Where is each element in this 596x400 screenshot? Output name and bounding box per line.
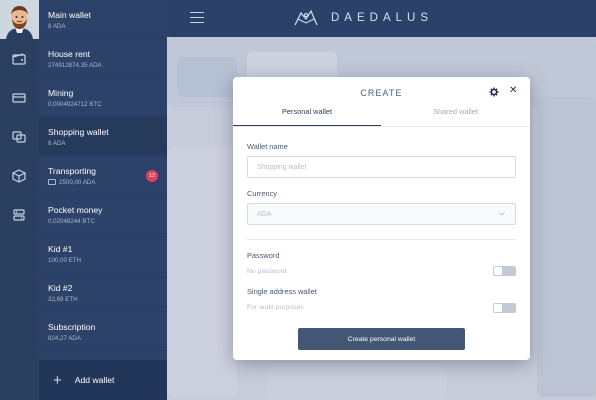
brand: DAEDALUS (293, 7, 433, 29)
wallet-item-shopping-wallet[interactable]: Shopping wallet 8 ADA (39, 117, 167, 156)
currency-label: Currency (247, 189, 277, 198)
wallet-balance: 100,00 ETH (48, 257, 82, 264)
create-wallet-dialog: CREATE ✕ Personal wallet Shared wallet W… (233, 77, 530, 360)
wallet-name: Subscription (48, 322, 96, 332)
wallet-name: Mining (48, 88, 74, 98)
wallet-balance: 0,02048244 BTC (48, 218, 95, 225)
password-label: Password (247, 251, 280, 260)
icon-rail (0, 0, 39, 400)
settings-icon[interactable] (9, 205, 29, 225)
toggle-knob (494, 304, 502, 312)
wallet-item-main-wallet[interactable]: Main wallet 8 ADA (39, 0, 167, 39)
wallet-balance: 824,27 ADA (48, 335, 82, 342)
wallet-list: Main wallet 8 ADA House rent 274912874,3… (39, 0, 167, 400)
box-icon[interactable] (9, 166, 29, 186)
plus-icon: + (53, 371, 62, 389)
chevron-down-icon (499, 212, 505, 216)
wallet-item-house-rent[interactable]: House rent 274912874,35 ADA (39, 39, 167, 78)
tab-personal-wallet[interactable]: Personal wallet (233, 107, 381, 126)
single-address-label: Single address wallet (247, 287, 317, 296)
user-avatar[interactable] (0, 0, 39, 39)
gear-icon[interactable] (489, 87, 499, 97)
wallet-name: House rent (48, 49, 91, 59)
wallet-name: Pocket money (48, 205, 103, 215)
wallet-name: Kid #1 (48, 244, 73, 254)
menu-icon[interactable] (190, 12, 204, 24)
pending-transaction-icon (48, 179, 56, 185)
daedalus-logo-icon (294, 9, 318, 26)
add-wallet-button[interactable]: + Add wallet (39, 360, 167, 400)
exchange-icon[interactable] (9, 127, 29, 147)
avatar-illustration (0, 0, 39, 39)
create-personal-wallet-button[interactable]: Create personal wallet (298, 328, 465, 350)
wallet-balance: 32,69 ETH (48, 296, 78, 303)
dialog-title: CREATE (360, 88, 403, 98)
wallet-item-kid-2[interactable]: Kid #2 32,69 ETH (39, 273, 167, 312)
wallet-balance: 8 ADA (48, 140, 66, 147)
single-address-hint: For audit purposes (247, 304, 304, 311)
wallet-name-label: Wallet name (247, 142, 288, 151)
wallet-name-input[interactable]: Shopping wallet (247, 156, 516, 178)
wallet-balance: 274912874,35 ADA (48, 62, 102, 69)
notification-badge: 12 (146, 170, 158, 182)
currency-select[interactable]: ADA (247, 203, 516, 225)
single-address-toggle[interactable] (493, 303, 516, 313)
wallet-item-kid-1[interactable]: Kid #1 100,00 ETH (39, 234, 167, 273)
wallet-balance: 2500,00 ADA (59, 179, 96, 186)
wallet-name: Main wallet (48, 10, 91, 20)
wallet-item-transporting[interactable]: Transporting 2500,00 ADA 12 (39, 156, 167, 195)
add-wallet-label: Add wallet (74, 375, 115, 385)
currency-value: ADA (257, 211, 272, 218)
close-icon[interactable]: ✕ (509, 85, 517, 96)
tab-divider (233, 126, 530, 127)
password-toggle[interactable] (493, 266, 516, 276)
wallet-item-pocket-money[interactable]: Pocket money 0,02048244 BTC (39, 195, 167, 234)
password-hint: No password (247, 268, 287, 275)
brand-name: DAEDALUS (331, 12, 433, 24)
wallet-balance: 8 ADA (48, 23, 66, 30)
wallet-icon[interactable] (9, 49, 29, 69)
card-icon[interactable] (9, 88, 29, 108)
top-bar: DAEDALUS (167, 0, 596, 37)
wallet-item-subscription[interactable]: Subscription 824,27 ADA (39, 312, 167, 351)
tab-shared-wallet[interactable]: Shared wallet (381, 107, 530, 126)
wallet-name: Shopping wallet (48, 127, 109, 137)
wallet-name: Kid #2 (48, 283, 73, 293)
toggle-knob (494, 267, 502, 275)
wallet-item-mining[interactable]: Mining 0,0004924712 BTC (39, 78, 167, 117)
wallet-balance: 0,0004924712 BTC (48, 101, 102, 108)
section-divider (247, 239, 516, 240)
